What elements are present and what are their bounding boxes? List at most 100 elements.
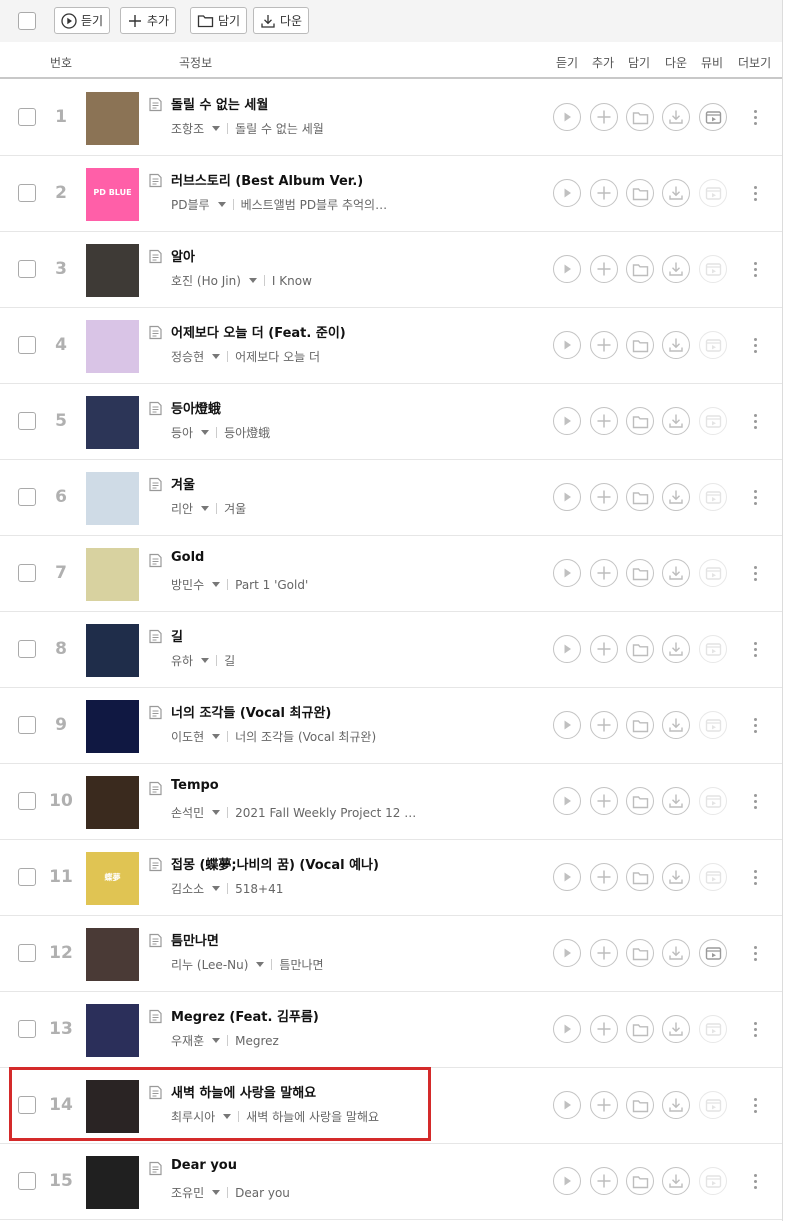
download-button[interactable] <box>662 1015 690 1043</box>
add-button[interactable] <box>590 559 618 587</box>
more-vertical-icon[interactable] <box>748 484 762 510</box>
artist-dropdown-icon[interactable] <box>212 354 221 359</box>
select-all-checkbox[interactable] <box>18 12 36 30</box>
add-button[interactable] <box>590 407 618 435</box>
album-art[interactable] <box>86 320 139 373</box>
song-checkbox[interactable] <box>18 260 36 278</box>
song-title[interactable]: Megrez (Feat. 김푸름) <box>171 1006 319 1025</box>
play-button[interactable] <box>553 559 581 587</box>
album-art[interactable]: PD BLUE <box>86 168 139 221</box>
song-album[interactable]: 518+41 <box>235 882 283 896</box>
lyrics-note-icon[interactable] <box>148 249 163 268</box>
lyrics-note-icon[interactable] <box>148 781 163 800</box>
song-artist[interactable]: 정승현 <box>171 348 204 365</box>
song-album[interactable]: 길 <box>224 652 235 669</box>
song-title[interactable]: 돌릴 수 없는 세월 <box>171 94 268 113</box>
save-button[interactable] <box>626 1167 654 1195</box>
lyrics-note-icon[interactable] <box>148 705 163 724</box>
song-album[interactable]: Part 1 'Gold' <box>235 578 308 592</box>
more-vertical-icon[interactable] <box>748 788 762 814</box>
save-button[interactable] <box>626 635 654 663</box>
song-album[interactable]: Megrez <box>235 1034 279 1048</box>
download-button[interactable]: 다운 <box>253 7 310 34</box>
song-artist[interactable]: 손석민 <box>171 804 204 821</box>
save-button[interactable] <box>626 787 654 815</box>
song-album[interactable]: 틈만나면 <box>279 956 323 973</box>
song-title[interactable]: 너의 조각들 (Vocal 최규완) <box>171 702 331 721</box>
save-button[interactable] <box>626 179 654 207</box>
download-button[interactable] <box>662 787 690 815</box>
song-artist[interactable]: 방민수 <box>171 576 204 593</box>
more-vertical-icon[interactable] <box>748 1016 762 1042</box>
more-vertical-icon[interactable] <box>748 104 762 130</box>
listen-button[interactable]: 듣기 <box>54 7 111 34</box>
lyrics-note-icon[interactable] <box>148 97 163 116</box>
song-title[interactable]: 등아燈蛾 <box>171 398 221 417</box>
download-button[interactable] <box>662 559 690 587</box>
song-artist[interactable]: 조유민 <box>171 1184 204 1201</box>
song-checkbox[interactable] <box>18 1020 36 1038</box>
more-vertical-icon[interactable] <box>748 1168 762 1194</box>
song-album[interactable]: 겨울 <box>224 500 246 517</box>
lyrics-note-icon[interactable] <box>148 553 163 572</box>
download-button[interactable] <box>662 255 690 283</box>
song-title[interactable]: 길 <box>171 626 183 645</box>
song-album[interactable]: 등아燈蛾 <box>224 424 270 441</box>
download-button[interactable] <box>662 711 690 739</box>
play-button[interactable] <box>553 711 581 739</box>
download-button[interactable] <box>662 407 690 435</box>
add-button[interactable] <box>590 787 618 815</box>
song-title[interactable]: 겨울 <box>171 474 195 493</box>
play-button[interactable] <box>553 255 581 283</box>
lyrics-note-icon[interactable] <box>148 933 163 952</box>
add-button[interactable] <box>590 1015 618 1043</box>
play-button[interactable] <box>553 1167 581 1195</box>
artist-dropdown-icon[interactable] <box>248 278 257 283</box>
more-vertical-icon[interactable] <box>748 1092 762 1118</box>
artist-dropdown-icon[interactable] <box>217 202 226 207</box>
lyrics-note-icon[interactable] <box>148 1009 163 1028</box>
lyrics-note-icon[interactable] <box>148 857 163 876</box>
song-title[interactable]: 알아 <box>171 246 195 265</box>
song-title[interactable]: 접몽 (蝶夢;나비의 꿈) (Vocal 예나) <box>171 854 379 873</box>
artist-dropdown-icon[interactable] <box>212 810 221 815</box>
album-art[interactable] <box>86 472 139 525</box>
play-button[interactable] <box>553 939 581 967</box>
lyrics-note-icon[interactable] <box>148 325 163 344</box>
save-button[interactable] <box>626 559 654 587</box>
add-button[interactable] <box>590 711 618 739</box>
save-button[interactable] <box>626 255 654 283</box>
song-artist[interactable]: 김소소 <box>171 880 204 897</box>
more-vertical-icon[interactable] <box>748 180 762 206</box>
song-checkbox[interactable] <box>18 1172 36 1190</box>
song-title[interactable]: 어제보다 오늘 더 (Feat. 준이) <box>171 322 346 341</box>
lyrics-note-icon[interactable] <box>148 629 163 648</box>
song-album[interactable]: Dear you <box>235 1186 290 1200</box>
artist-dropdown-icon[interactable] <box>212 582 221 587</box>
lyrics-note-icon[interactable] <box>148 477 163 496</box>
album-art[interactable] <box>86 548 139 601</box>
save-button[interactable] <box>626 939 654 967</box>
album-art[interactable] <box>86 92 139 145</box>
add-button[interactable] <box>590 179 618 207</box>
more-vertical-icon[interactable] <box>748 256 762 282</box>
save-button[interactable] <box>626 711 654 739</box>
music-video-button[interactable] <box>699 103 727 131</box>
artist-dropdown-icon[interactable] <box>201 658 210 663</box>
song-artist[interactable]: 조항조 <box>171 120 204 137</box>
song-checkbox[interactable] <box>18 564 36 582</box>
song-artist[interactable]: 유하 <box>171 652 193 669</box>
song-checkbox[interactable] <box>18 868 36 886</box>
album-art[interactable]: 蝶夢 <box>86 852 139 905</box>
song-checkbox[interactable] <box>18 412 36 430</box>
play-button[interactable] <box>553 787 581 815</box>
play-button[interactable] <box>553 635 581 663</box>
lyrics-note-icon[interactable] <box>148 1161 163 1180</box>
song-checkbox[interactable] <box>18 488 36 506</box>
add-button[interactable] <box>590 331 618 359</box>
song-title[interactable]: Gold <box>171 550 204 565</box>
more-vertical-icon[interactable] <box>748 712 762 738</box>
song-checkbox[interactable] <box>18 792 36 810</box>
album-art[interactable] <box>86 700 139 753</box>
save-button[interactable]: 담기 <box>190 7 248 34</box>
